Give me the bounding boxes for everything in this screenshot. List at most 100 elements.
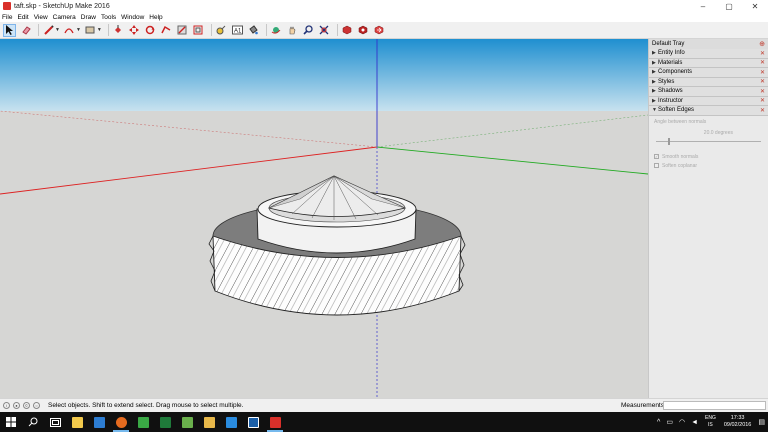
task-view-icon[interactable] xyxy=(44,412,66,432)
close-icon[interactable]: ✕ xyxy=(760,59,765,66)
language-code: ENG xyxy=(705,415,716,421)
checkbox-checked-icon[interactable]: ✓ xyxy=(654,154,659,159)
app-box-icon[interactable] xyxy=(242,412,264,432)
panel-instructor[interactable]: ▶ Instructor ✕ xyxy=(649,96,768,106)
rotate-icon[interactable] xyxy=(144,24,157,37)
sketchup-taskbar-icon[interactable] xyxy=(264,412,286,432)
panel-entity-info[interactable]: ▶ Entity Info ✕ xyxy=(649,49,768,59)
model-viewport[interactable] xyxy=(0,39,648,398)
tray-header: Default Tray ⊕ xyxy=(649,39,768,49)
menu-edit[interactable]: Edit xyxy=(17,14,28,21)
volume-icon[interactable]: ◄ xyxy=(691,419,698,426)
dropbox-icon[interactable] xyxy=(220,412,242,432)
select-tool-icon[interactable] xyxy=(3,23,16,37)
measurements-label: Measurements xyxy=(621,402,664,409)
panel-shadows[interactable]: ▶ Shadows ✕ xyxy=(649,87,768,97)
soften-edges-content: Angle between normals 20.0 degrees ✓ Smo… xyxy=(649,116,768,175)
toolbar-separator xyxy=(210,24,212,36)
pan-icon[interactable] xyxy=(286,24,299,37)
chevron-down-icon[interactable]: ▼ xyxy=(76,27,81,33)
chevron-down-icon[interactable]: ▼ xyxy=(97,27,102,33)
minimize-button[interactable]: – xyxy=(690,0,716,12)
tape-measure-icon[interactable] xyxy=(215,24,228,37)
battery-icon[interactable]: ▭ xyxy=(666,418,673,426)
menu-file[interactable]: File xyxy=(2,14,12,21)
zoom-icon[interactable] xyxy=(302,24,315,37)
menu-window[interactable]: Window xyxy=(121,14,144,21)
panel-label: Components xyxy=(658,69,693,76)
pin-icon[interactable]: ⊕ xyxy=(759,40,765,48)
text-icon[interactable]: A1 xyxy=(231,24,244,37)
evernote-icon[interactable] xyxy=(176,412,198,432)
panel-materials[interactable]: ▶ Materials ✕ xyxy=(649,58,768,68)
spreadsheet-icon[interactable] xyxy=(154,412,176,432)
panel-soften-edges[interactable]: ▼ Soften Edges ✕ xyxy=(649,106,768,116)
green-app-icon[interactable] xyxy=(132,412,154,432)
close-icon[interactable]: ✕ xyxy=(760,107,765,114)
close-icon[interactable]: ✕ xyxy=(760,69,765,76)
arc-icon[interactable] xyxy=(63,24,76,37)
close-button[interactable]: ✕ xyxy=(742,0,768,12)
toolbar-separator xyxy=(336,24,338,36)
account-icon[interactable]: ○ xyxy=(33,402,40,409)
close-icon[interactable]: ✕ xyxy=(760,78,765,85)
info-icon[interactable]: i xyxy=(3,402,10,409)
menu-view[interactable]: View xyxy=(34,14,48,21)
extension-warehouse-icon[interactable] xyxy=(357,24,370,37)
windows-start-icon[interactable] xyxy=(0,412,22,432)
windows-taskbar: ^ ▭ ◠ ◄ ENG IS 17:33 09/02/2016 ▤ xyxy=(0,412,768,432)
push-pull-icon[interactable] xyxy=(112,24,125,37)
panel-label: Soften Edges xyxy=(658,107,695,114)
checkbox-unchecked-icon[interactable] xyxy=(654,163,659,168)
orbit-icon[interactable] xyxy=(270,24,283,37)
rectangle-icon[interactable] xyxy=(84,24,97,37)
file-explorer-icon[interactable] xyxy=(66,412,88,432)
firefox-icon[interactable] xyxy=(110,412,132,432)
smooth-normals-checkbox[interactable]: ✓ Smooth normals xyxy=(654,154,763,160)
pencil-line-icon[interactable] xyxy=(42,24,55,37)
toolbar-separator xyxy=(38,24,39,36)
panel-styles[interactable]: ▶ Styles ✕ xyxy=(649,77,768,87)
window-title: taft.skp - SketchUp Make 2016 xyxy=(14,2,110,10)
scale-icon[interactable] xyxy=(176,24,189,37)
notifications-icon[interactable]: ▤ xyxy=(758,418,765,426)
measurements-input[interactable] xyxy=(663,401,766,410)
angle-slider[interactable] xyxy=(656,137,761,146)
panel-components[interactable]: ▶ Components ✕ xyxy=(649,68,768,78)
offset-icon[interactable] xyxy=(192,24,205,37)
close-icon[interactable]: ✕ xyxy=(760,88,765,95)
geo-location-icon[interactable]: ● xyxy=(13,402,20,409)
region-code: IS xyxy=(708,422,713,428)
default-tray: Default Tray ⊕ ▶ Entity Info ✕ ▶ Materials ✕… xyxy=(648,39,768,398)
clock-date: 09/02/2016 xyxy=(723,422,752,428)
search-icon[interactable] xyxy=(22,412,44,432)
menu-camera[interactable]: Camera xyxy=(53,14,76,21)
menu-draw[interactable]: Draw xyxy=(81,14,96,21)
menu-tools[interactable]: Tools xyxy=(101,14,116,21)
soften-coplanar-label: Soften coplanar xyxy=(662,162,698,169)
folder-icon[interactable] xyxy=(198,412,220,432)
3d-warehouse-icon[interactable] xyxy=(341,24,354,37)
title-bar: taft.skp - SketchUp Make 2016 xyxy=(0,0,768,12)
zoom-extents-icon[interactable] xyxy=(318,24,331,37)
panel-label: Instructor xyxy=(658,97,684,104)
menu-help[interactable]: Help xyxy=(149,14,162,21)
paint-bucket-icon[interactable] xyxy=(247,24,260,37)
move-icon[interactable] xyxy=(128,24,141,37)
clock[interactable]: 17:33 09/02/2016 xyxy=(724,415,752,429)
soften-coplanar-checkbox[interactable]: Soften coplanar xyxy=(654,163,763,169)
credits-icon[interactable]: © xyxy=(23,402,30,409)
follow-me-icon[interactable] xyxy=(160,24,173,37)
svg-text:A1: A1 xyxy=(234,29,242,35)
chevron-down-icon[interactable]: ▼ xyxy=(55,27,60,33)
close-icon[interactable]: ✕ xyxy=(760,50,765,57)
store-icon[interactable] xyxy=(88,412,110,432)
maximize-button[interactable]: ▢ xyxy=(716,0,742,12)
wifi-icon[interactable]: ◠ xyxy=(679,418,685,426)
close-icon[interactable]: ✕ xyxy=(760,97,765,104)
eraser-icon[interactable] xyxy=(19,24,32,37)
share-model-icon[interactable] xyxy=(373,24,386,37)
chevron-up-icon[interactable]: ^ xyxy=(657,419,660,426)
language-indicator[interactable]: ENG IS xyxy=(705,415,716,429)
slider-thumb[interactable] xyxy=(667,137,670,145)
